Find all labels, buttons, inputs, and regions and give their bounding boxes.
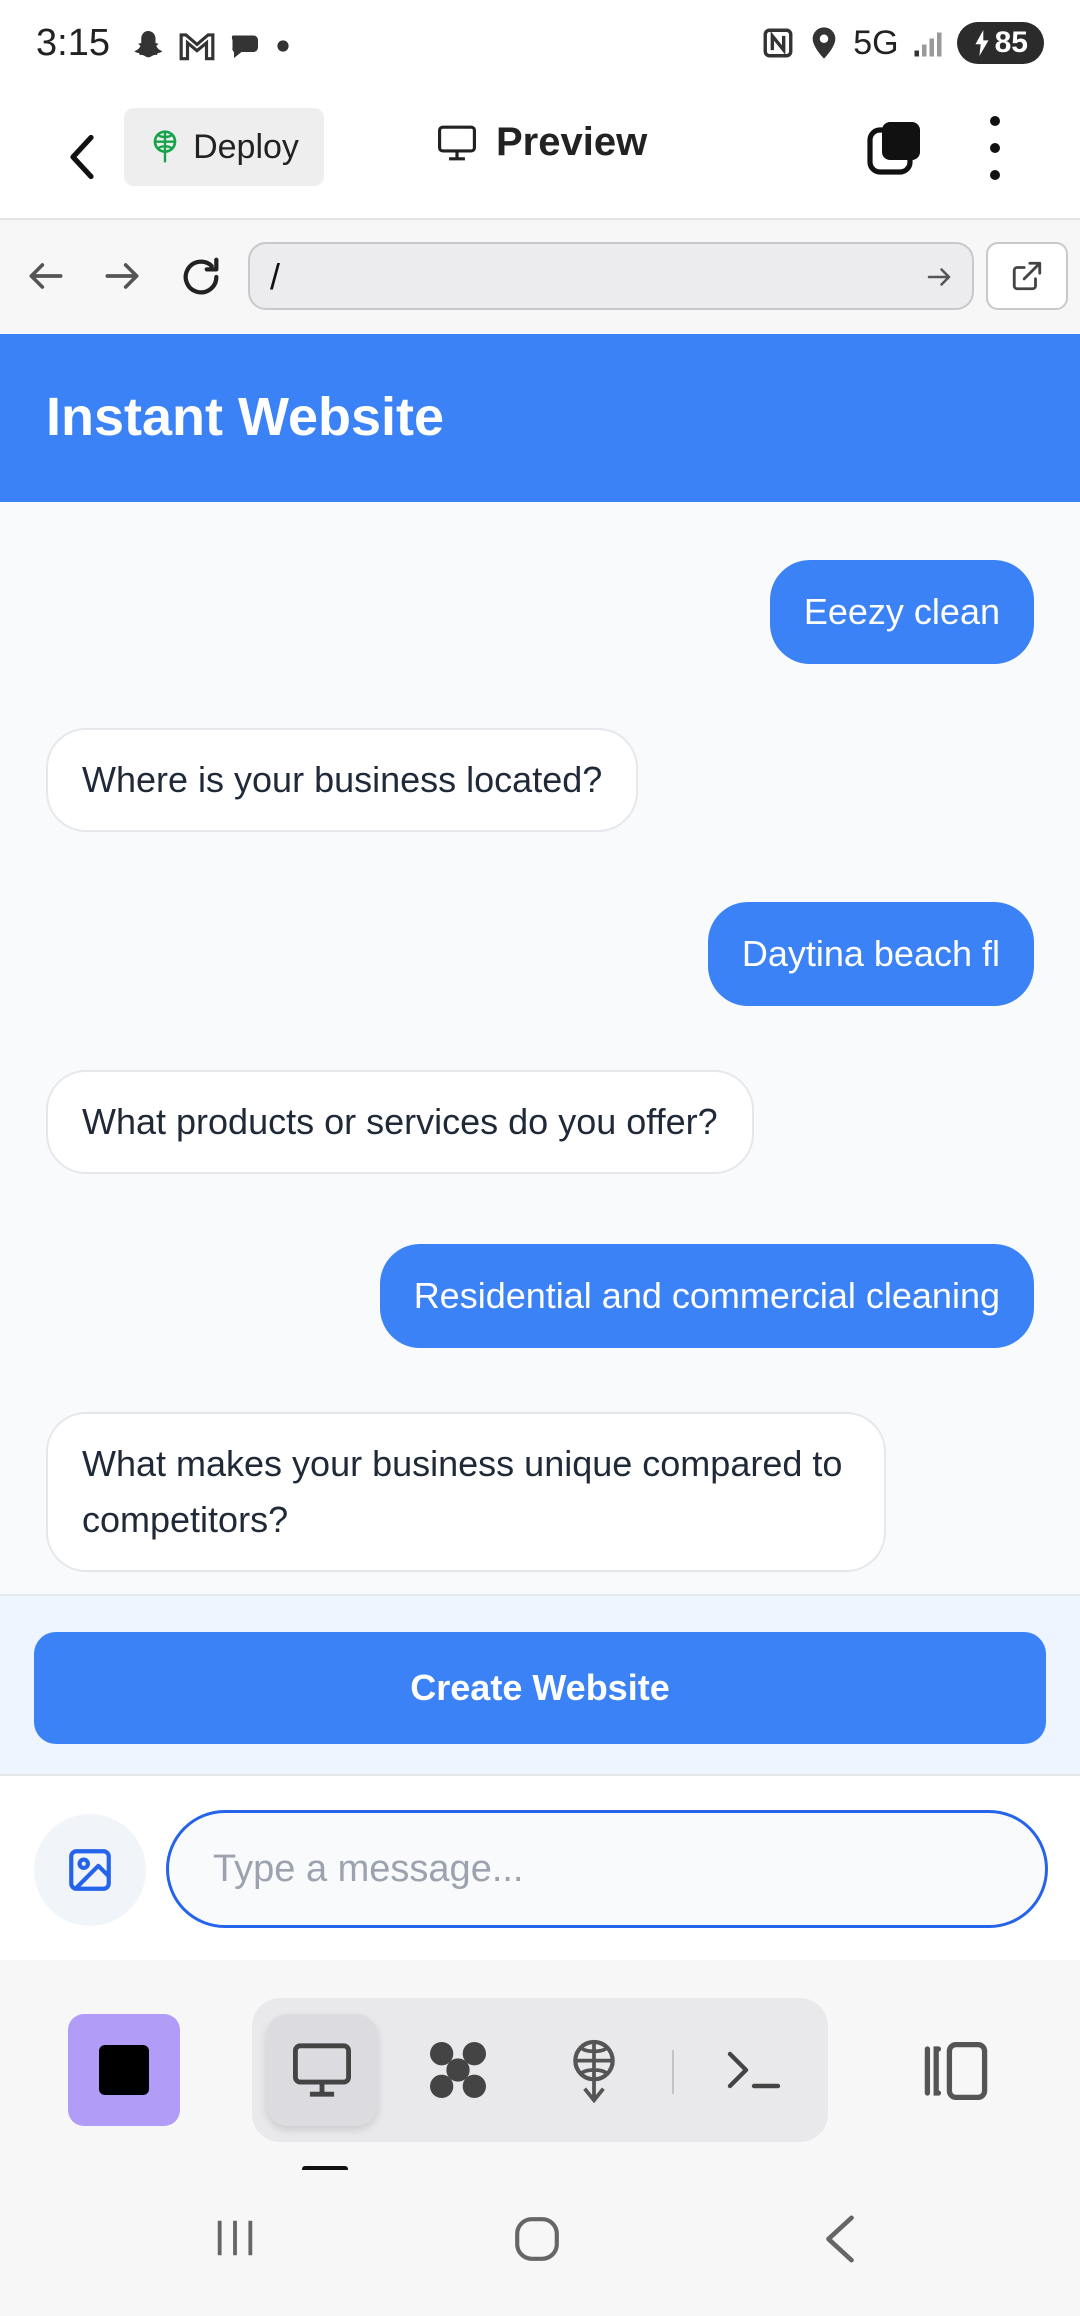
home-icon — [515, 2217, 559, 2261]
tabs-icon — [867, 122, 920, 175]
arrow-left-icon — [29, 263, 63, 289]
panel-icon — [924, 2041, 988, 2101]
charging-icon — [975, 30, 989, 56]
bot-message: What makes your business unique compared… — [46, 1412, 886, 1572]
message-composer — [0, 1774, 1080, 1960]
status-right: 5G 85 — [761, 22, 1044, 64]
dot-icon — [277, 40, 289, 52]
open-external-button[interactable] — [986, 242, 1068, 310]
dot-icon — [990, 170, 1000, 180]
user-message: Eeezy clean — [769, 560, 1034, 664]
user-message: Residential and commercial cleaning — [379, 1244, 1034, 1348]
create-website-button[interactable]: Create Website — [34, 1632, 1046, 1744]
deploy-button[interactable]: Deploy — [124, 108, 324, 186]
nfc-icon — [763, 28, 793, 58]
view-switcher — [252, 1998, 828, 2142]
chevron-left-icon — [70, 134, 94, 180]
message-input[interactable] — [166, 1810, 1048, 1928]
location-icon — [812, 27, 836, 59]
recent-apps-icon — [217, 2220, 253, 2256]
url-text: / — [270, 256, 281, 297]
url-bar[interactable]: / — [248, 242, 974, 310]
arrow-right-icon — [105, 263, 139, 289]
notification-icons — [130, 28, 290, 64]
status-time: 3:15 — [36, 22, 110, 64]
user-message: Daytina beach fl — [707, 902, 1034, 1006]
preview-view-button[interactable] — [266, 2014, 378, 2126]
chat-thread: Eeezy clean Where is your business locat… — [0, 502, 1080, 1594]
go-arrow-icon[interactable] — [924, 262, 954, 292]
dot-icon — [990, 143, 1000, 153]
image-icon — [69, 1849, 111, 1891]
system-nav-bar — [0, 2170, 1080, 2316]
dot-icon — [990, 116, 1000, 126]
signal-icon — [914, 32, 942, 57]
preview-label: Preview — [496, 120, 648, 164]
gmail-icon — [179, 33, 215, 61]
recent-apps-button[interactable] — [212, 2214, 258, 2262]
monitor-icon — [438, 125, 476, 160]
reload-icon — [183, 257, 219, 295]
attach-image-button[interactable] — [34, 1814, 146, 1926]
browser-back-button[interactable] — [24, 254, 68, 298]
monitor-icon — [293, 2043, 351, 2097]
back-button[interactable] — [52, 122, 112, 192]
site-title: Instant Website — [46, 387, 445, 447]
status-bar: 3:15 5G 85 — [0, 0, 1080, 96]
toggle-panel-button[interactable] — [920, 2038, 992, 2110]
replit-agent-button[interactable] — [402, 2014, 514, 2126]
divider — [672, 2050, 674, 2094]
app-bar: Deploy Preview — [0, 96, 1080, 220]
deploy-icon — [153, 130, 177, 163]
stop-button[interactable] — [68, 2014, 180, 2126]
reload-button[interactable] — [178, 254, 222, 298]
browser-forward-button[interactable] — [100, 254, 144, 298]
terminal-icon — [727, 2051, 781, 2089]
bot-message: What products or services do you offer? — [46, 1070, 754, 1174]
shell-button[interactable] — [698, 2014, 810, 2126]
stop-icon — [99, 2045, 149, 2095]
bottom-toolbar — [0, 1960, 1080, 2172]
agent-icon — [430, 2042, 486, 2098]
site-header: Instant Website — [0, 334, 1080, 502]
bot-message: Where is your business located? — [46, 728, 639, 832]
chevron-left-icon — [826, 2215, 854, 2263]
deploy-icon — [573, 2039, 615, 2103]
battery-indicator: 85 — [956, 22, 1044, 64]
system-back-button[interactable] — [822, 2214, 858, 2264]
snapchat-icon — [134, 31, 163, 58]
browser-bar: / — [0, 220, 1080, 334]
tabs-button[interactable] — [866, 118, 926, 178]
chat-icon — [231, 35, 258, 58]
create-website-bar: Create Website — [0, 1594, 1080, 1774]
home-button[interactable] — [512, 2214, 562, 2264]
battery-level: 85 — [994, 26, 1028, 59]
external-link-icon — [1012, 261, 1042, 291]
deploy-view-button[interactable] — [538, 2014, 650, 2126]
deploy-label: Deploy — [193, 127, 299, 166]
preview-tab[interactable]: Preview — [436, 120, 647, 165]
more-options-button[interactable] — [980, 116, 1010, 180]
network-label: 5G — [853, 23, 899, 62]
